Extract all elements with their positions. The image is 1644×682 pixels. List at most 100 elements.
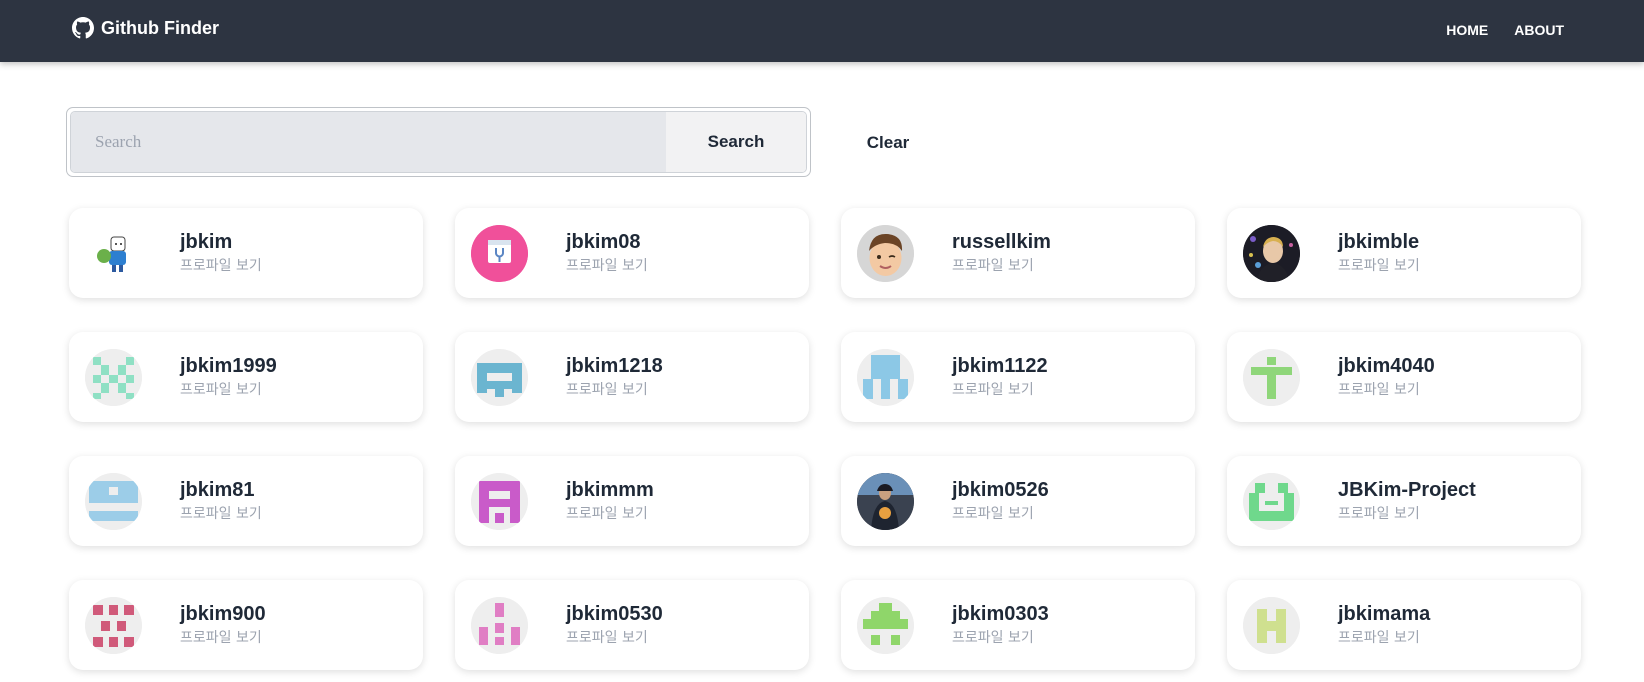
avatar	[857, 472, 914, 530]
user-card[interactable]: JBKim-Project 프로파일 보기	[1227, 456, 1581, 546]
user-info: jbkim 프로파일 보기	[180, 231, 262, 275]
avatar	[85, 224, 142, 282]
user-card[interactable]: jbkim81 프로파일 보기	[69, 456, 423, 546]
avatar	[1243, 596, 1300, 654]
view-profile-label: 프로파일 보기	[952, 258, 1034, 274]
user-info: jbkimmm 프로파일 보기	[566, 479, 654, 523]
user-info: jbkim1999 프로파일 보기	[180, 355, 277, 399]
identicon-icon	[857, 348, 914, 406]
view-profile-label: 프로파일 보기	[180, 258, 262, 274]
avatar	[471, 596, 528, 654]
username: jbkim900	[180, 603, 266, 625]
user-card[interactable]: jbkim1218 프로파일 보기	[455, 332, 809, 422]
username: jbkimama	[1338, 603, 1431, 625]
brand-title: Github Finder	[101, 17, 219, 38]
photo-avatar-icon	[1243, 224, 1300, 282]
username: jbkim0303	[952, 603, 1049, 625]
view-profile-label: 프로파일 보기	[566, 630, 648, 646]
memoji-avatar-icon	[857, 224, 914, 282]
view-profile-label: 프로파일 보기	[952, 630, 1034, 646]
navbar: Github Finder HOME ABOUT	[0, 0, 1644, 62]
cartoon-avatar-icon	[85, 224, 142, 282]
avatar	[85, 348, 142, 406]
username: jbkimmm	[566, 479, 654, 501]
view-profile-label: 프로파일 보기	[1338, 506, 1420, 522]
github-icon	[72, 17, 94, 39]
identicon-icon	[85, 596, 142, 654]
view-profile-label: 프로파일 보기	[566, 258, 648, 274]
brand-link[interactable]: Github Finder	[72, 17, 219, 39]
search-group: Search	[70, 111, 807, 173]
username: jbkim4040	[1338, 355, 1435, 377]
avatar	[1243, 348, 1300, 406]
user-card[interactable]: jbkim0303 프로파일 보기	[841, 580, 1195, 670]
username: jbkim0526	[952, 479, 1049, 501]
user-card[interactable]: jbkim 프로파일 보기	[69, 208, 423, 298]
username: jbkim1999	[180, 355, 277, 377]
nav-links: HOME ABOUT	[1420, 22, 1564, 38]
user-info: jbkim0530 프로파일 보기	[566, 603, 663, 647]
photo-avatar-icon	[857, 472, 914, 530]
user-info: jbkim81 프로파일 보기	[180, 479, 262, 523]
avatar	[857, 224, 914, 282]
nav-about-link[interactable]: ABOUT	[1514, 22, 1564, 38]
user-info: jbkim0526 프로파일 보기	[952, 479, 1049, 523]
user-info: jbkim900 프로파일 보기	[180, 603, 266, 647]
username: JBKim-Project	[1338, 479, 1476, 501]
user-card[interactable]: jbkimama 프로파일 보기	[1227, 580, 1581, 670]
identicon-icon	[857, 596, 914, 654]
user-info: jbkim1122 프로파일 보기	[952, 355, 1048, 399]
user-info: russellkim 프로파일 보기	[952, 231, 1051, 275]
username: jbkim81	[180, 479, 255, 501]
identicon-icon	[85, 472, 142, 530]
user-grid: jbkim 프로파일 보기 jbkim08 프로파일 보기 russellkim…	[69, 208, 1581, 670]
user-card[interactable]: jbkim0526 프로파일 보기	[841, 456, 1195, 546]
user-card[interactable]: jbkimmm 프로파일 보기	[455, 456, 809, 546]
avatar	[471, 224, 528, 282]
clear-button[interactable]: Clear	[838, 122, 938, 164]
user-card[interactable]: jbkim4040 프로파일 보기	[1227, 332, 1581, 422]
user-info: jbkim1218 프로파일 보기	[566, 355, 663, 399]
view-profile-label: 프로파일 보기	[566, 506, 648, 522]
identicon-icon	[1243, 348, 1300, 406]
avatar	[85, 596, 142, 654]
user-card[interactable]: jbkim08 프로파일 보기	[455, 208, 809, 298]
username: jbkim0530	[566, 603, 663, 625]
username: jbkim	[180, 231, 233, 253]
pink-logo-avatar-icon	[471, 224, 528, 282]
view-profile-label: 프로파일 보기	[180, 630, 262, 646]
view-profile-label: 프로파일 보기	[180, 506, 262, 522]
search-button[interactable]: Search	[666, 112, 806, 172]
view-profile-label: 프로파일 보기	[566, 382, 648, 398]
view-profile-label: 프로파일 보기	[180, 382, 262, 398]
avatar	[471, 348, 528, 406]
user-info: JBKim-Project 프로파일 보기	[1338, 479, 1476, 523]
avatar	[857, 596, 914, 654]
avatar	[857, 348, 914, 406]
identicon-icon	[471, 596, 528, 654]
identicon-icon	[471, 472, 528, 530]
avatar	[1243, 472, 1300, 530]
user-card[interactable]: jbkim1999 프로파일 보기	[69, 332, 423, 422]
user-info: jbkimama 프로파일 보기	[1338, 603, 1430, 647]
username: jbkim1218	[566, 355, 663, 377]
nav-home-link[interactable]: HOME	[1446, 22, 1488, 38]
avatar	[85, 472, 142, 530]
identicon-icon	[85, 348, 142, 406]
username: jbkimble	[1338, 231, 1420, 253]
user-info: jbkim4040 프로파일 보기	[1338, 355, 1435, 399]
view-profile-label: 프로파일 보기	[952, 506, 1034, 522]
user-info: jbkim0303 프로파일 보기	[952, 603, 1049, 647]
username: jbkim1122	[952, 355, 1048, 377]
user-card[interactable]: jbkimble 프로파일 보기	[1227, 208, 1581, 298]
search-input[interactable]	[71, 112, 666, 172]
user-card[interactable]: russellkim 프로파일 보기	[841, 208, 1195, 298]
user-info: jbkim08 프로파일 보기	[566, 231, 648, 275]
user-card[interactable]: jbkim1122 프로파일 보기	[841, 332, 1195, 422]
view-profile-label: 프로파일 보기	[1338, 382, 1420, 398]
user-card[interactable]: jbkim0530 프로파일 보기	[455, 580, 809, 670]
identicon-icon	[471, 348, 528, 406]
username: russellkim	[952, 231, 1051, 253]
user-card[interactable]: jbkim900 프로파일 보기	[69, 580, 423, 670]
avatar	[471, 472, 528, 530]
